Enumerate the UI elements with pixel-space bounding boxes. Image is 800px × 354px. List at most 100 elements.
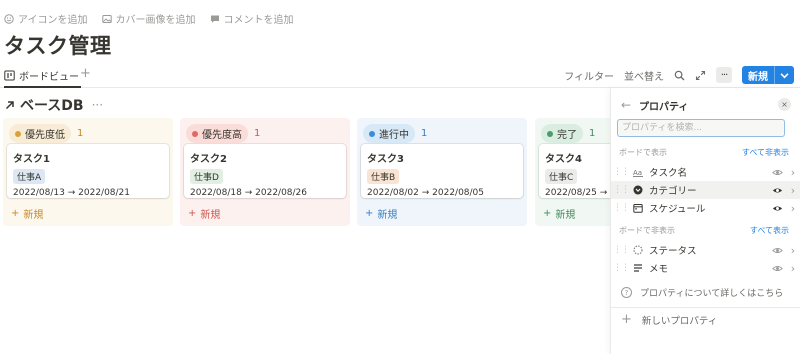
board-column: 優先度低 1 タスク1 仕事A 2022/08/13 → 2022/08/21 … bbox=[3, 118, 173, 226]
add-icon-label: アイコンを追加 bbox=[18, 15, 88, 26]
column-new-button[interactable]: + 新規 bbox=[365, 206, 397, 221]
column-count: 1 bbox=[421, 128, 428, 139]
chevron-right-icon[interactable]: › bbox=[785, 184, 800, 197]
question-icon: ? bbox=[621, 287, 632, 298]
property-row-status[interactable]: ⋮⋮ ステータス › bbox=[611, 241, 800, 259]
shown-section-label: ボードで表示 bbox=[619, 148, 667, 157]
eye-icon[interactable] bbox=[769, 203, 785, 214]
column-new-button[interactable]: + 新規 bbox=[543, 206, 575, 221]
card-title: タスク2 bbox=[190, 154, 227, 165]
database-title[interactable]: ベースDB ··· bbox=[4, 95, 103, 115]
filter-button[interactable]: フィルター bbox=[564, 68, 614, 83]
card-date: 2022/08/18 → 2022/08/26 bbox=[190, 188, 308, 198]
column-badge: 進行中 bbox=[363, 124, 415, 143]
new-button[interactable]: 新規 bbox=[742, 66, 794, 84]
column-header[interactable]: 優先度高 1 bbox=[186, 124, 260, 143]
board-card[interactable]: タスク2 仕事D 2022/08/18 → 2022/08/26 bbox=[184, 144, 346, 198]
board-card[interactable]: タスク4 仕事C 2022/08/25 → 2022/08/ bbox=[539, 144, 610, 198]
add-cover-label: カバー画像を追加 bbox=[115, 15, 196, 26]
add-cover-action[interactable]: カバー画像を追加 bbox=[101, 11, 196, 26]
board: 優先度低 1 タスク1 仕事A 2022/08/13 → 2022/08/21 … bbox=[0, 118, 610, 228]
eye-icon[interactable] bbox=[769, 185, 785, 196]
column-header[interactable]: 完了 1 bbox=[541, 124, 595, 143]
column-name: 完了 bbox=[557, 130, 577, 141]
card-title: タスク4 bbox=[545, 154, 582, 165]
card-date: 2022/08/13 → 2022/08/21 bbox=[13, 188, 131, 198]
eye-icon[interactable] bbox=[769, 245, 785, 256]
add-icon-action[interactable]: アイコンを追加 bbox=[4, 11, 88, 26]
chevron-down-icon[interactable] bbox=[774, 66, 794, 84]
property-row-category[interactable]: ⋮⋮ カテゴリー › bbox=[611, 181, 800, 199]
status-icon bbox=[631, 245, 645, 255]
chevron-right-icon[interactable]: › bbox=[785, 166, 800, 179]
column-new-label: 新規 bbox=[377, 210, 398, 221]
view-bar: ボードビュー + フィルター 並べ替え ··· 新規 bbox=[0, 62, 800, 88]
shown-section-header: ボードで表示 すべて非表示 bbox=[619, 147, 789, 158]
property-row-task-name[interactable]: ⋮⋮ Aa タスク名 › bbox=[611, 163, 800, 181]
comment-icon bbox=[210, 15, 219, 23]
add-view-button[interactable]: + bbox=[80, 67, 91, 81]
tab-board-view[interactable]: ボードビュー bbox=[4, 64, 81, 88]
board-card[interactable]: タスク1 仕事A 2022/08/13 → 2022/08/21 bbox=[7, 144, 169, 198]
property-name: メモ bbox=[649, 264, 669, 275]
drag-handle-icon[interactable]: ⋮⋮ bbox=[611, 263, 631, 273]
board-column: 進行中 1 タスク3 仕事B 2022/08/02 → 2022/08/05 +… bbox=[357, 118, 527, 226]
column-new-label: 新規 bbox=[555, 210, 576, 221]
status-dot bbox=[192, 130, 198, 137]
arrow-up-right-icon bbox=[5, 101, 14, 110]
column-badge: 完了 bbox=[541, 124, 583, 143]
property-row-memo[interactable]: ⋮⋮ メモ › bbox=[611, 259, 800, 277]
search-icon[interactable] bbox=[674, 70, 685, 81]
close-icon[interactable]: × bbox=[778, 98, 791, 111]
chevron-right-icon[interactable]: › bbox=[785, 202, 800, 215]
column-new-button[interactable]: + 新規 bbox=[11, 206, 43, 221]
expand-icon[interactable] bbox=[695, 70, 706, 81]
column-name: 進行中 bbox=[379, 130, 409, 141]
page-title[interactable]: タスク管理 bbox=[4, 30, 112, 60]
sort-button[interactable]: 並べ替え bbox=[624, 68, 664, 83]
select-icon bbox=[631, 185, 645, 195]
column-header[interactable]: 進行中 1 bbox=[363, 124, 427, 143]
drag-handle-icon[interactable]: ⋮⋮ bbox=[611, 203, 631, 213]
eye-icon[interactable] bbox=[769, 263, 785, 274]
back-arrow-icon[interactable]: ← bbox=[621, 98, 639, 112]
show-all-button[interactable]: すべて表示 bbox=[750, 225, 789, 236]
more-options-button[interactable]: ··· bbox=[716, 67, 732, 83]
panel-title: プロパティ bbox=[639, 101, 689, 113]
column-count: 1 bbox=[589, 128, 596, 139]
card-title: タスク1 bbox=[13, 154, 50, 165]
properties-panel: ← プロパティ × ボードで表示 すべて非表示 ⋮⋮ Aa タスク名 › ⋮⋮ … bbox=[610, 88, 800, 354]
property-row-schedule[interactable]: ⋮⋮ スケジュール › bbox=[611, 199, 800, 217]
drag-handle-icon[interactable]: ⋮⋮ bbox=[611, 167, 631, 177]
property-name: カテゴリー bbox=[649, 186, 697, 197]
status-dot bbox=[15, 130, 21, 137]
board-icon bbox=[4, 70, 15, 80]
lines-icon bbox=[631, 263, 645, 273]
hidden-section-label: ボードで非表示 bbox=[619, 226, 675, 235]
plus-icon: + bbox=[621, 312, 632, 327]
column-header[interactable]: 優先度低 1 bbox=[9, 124, 83, 143]
chevron-right-icon[interactable]: › bbox=[785, 244, 800, 257]
property-name: スケジュール bbox=[649, 204, 706, 215]
column-count: 1 bbox=[77, 128, 84, 139]
property-search-input[interactable] bbox=[617, 119, 785, 137]
chevron-right-icon[interactable]: › bbox=[785, 262, 800, 275]
card-title: タスク3 bbox=[367, 154, 404, 165]
add-comment-action[interactable]: コメントを追加 bbox=[210, 11, 294, 26]
column-count: 1 bbox=[254, 128, 261, 139]
new-property-button[interactable]: + 新しいプロパティ bbox=[621, 312, 717, 327]
tab-board-view-label: ボードビュー bbox=[19, 71, 79, 83]
help-link-text: プロパティについて詳しくはこちら bbox=[640, 289, 784, 299]
drag-handle-icon[interactable]: ⋮⋮ bbox=[611, 245, 631, 255]
column-new-button[interactable]: + 新規 bbox=[188, 206, 220, 221]
hide-all-button[interactable]: すべて非表示 bbox=[742, 147, 789, 158]
board-card[interactable]: タスク3 仕事B 2022/08/02 → 2022/08/05 bbox=[361, 144, 523, 198]
plus-icon: + bbox=[11, 208, 20, 219]
smile-icon bbox=[4, 13, 14, 24]
drag-handle-icon[interactable]: ⋮⋮ bbox=[611, 185, 631, 195]
eye-icon[interactable] bbox=[769, 167, 785, 178]
plus-icon: + bbox=[365, 208, 374, 219]
help-link[interactable]: ? プロパティについて詳しくはこちら bbox=[621, 286, 783, 299]
page-actions: アイコンを追加 カバー画像を追加 コメントを追加 bbox=[4, 11, 294, 26]
database-more-button[interactable]: ··· bbox=[92, 98, 103, 112]
